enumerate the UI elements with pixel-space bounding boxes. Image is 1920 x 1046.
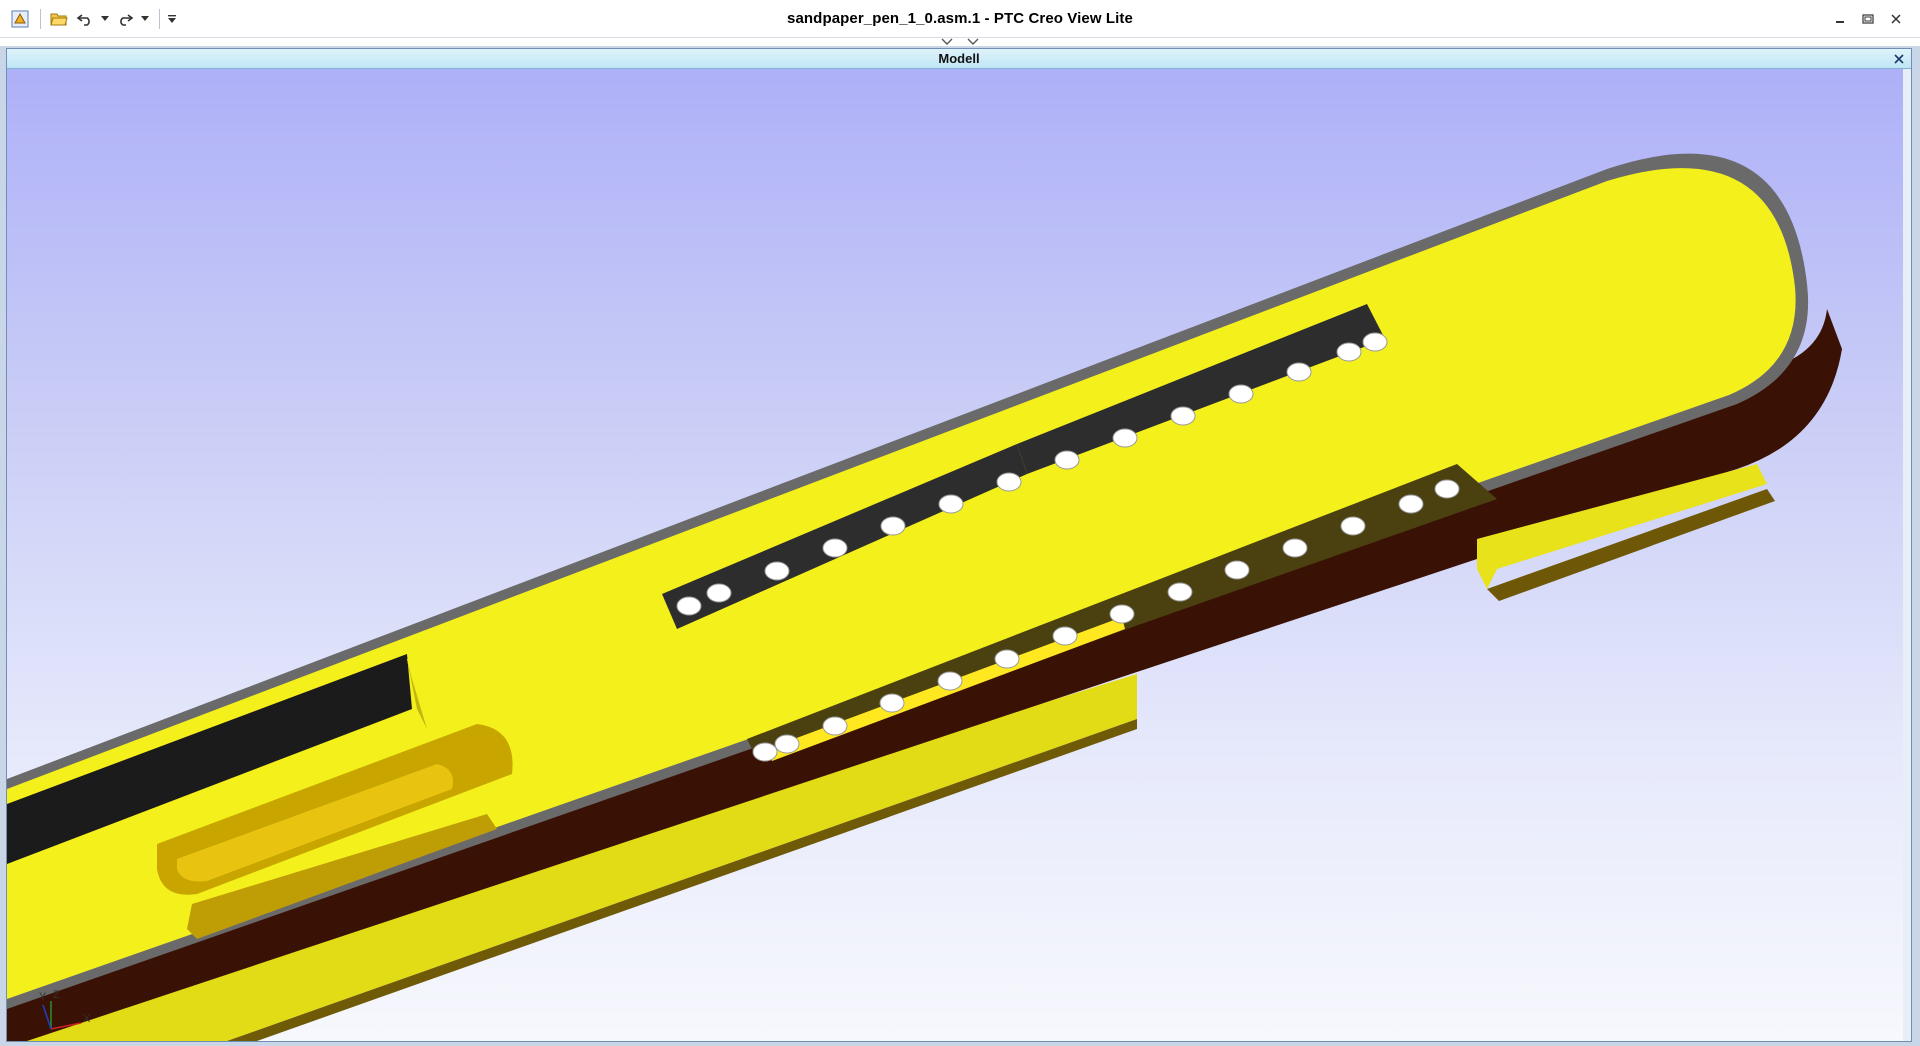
pin — [1224, 560, 1250, 580]
pin — [938, 494, 964, 514]
pin — [752, 742, 778, 762]
pin — [1052, 626, 1078, 646]
orientation-triad: Y Z X — [37, 989, 117, 1039]
3d-viewport[interactable]: Y Z X — [7, 69, 1911, 1041]
pin — [1434, 479, 1460, 499]
panel-title: Modell — [938, 51, 980, 66]
close-icon — [1894, 54, 1904, 64]
minimize-icon[interactable] — [1826, 8, 1854, 30]
model-render[interactable] — [7, 69, 1911, 1041]
pin — [1282, 538, 1308, 558]
pin — [822, 716, 848, 736]
pin — [1228, 384, 1254, 404]
triad-y-label: Y — [39, 991, 47, 1003]
viewport-edge — [1903, 69, 1911, 1041]
pin — [764, 561, 790, 581]
panel-close-button[interactable] — [1891, 51, 1907, 67]
close-icon[interactable] — [1882, 8, 1910, 30]
triad-x-label: X — [83, 1013, 91, 1025]
chevron-down-icon — [967, 38, 979, 45]
pin — [879, 693, 905, 713]
pin — [1112, 428, 1138, 448]
pin — [1109, 604, 1135, 624]
pin — [774, 734, 800, 754]
window-title: sandpaper_pen_1_0.asm.1 - PTC Creo View … — [787, 10, 1133, 27]
pin — [937, 671, 963, 691]
pin — [994, 649, 1020, 669]
chevron-down-icon — [941, 38, 953, 45]
axis-triad-icon — [42, 1001, 82, 1030]
pin — [822, 538, 848, 558]
pin — [880, 516, 906, 536]
pin — [1054, 450, 1080, 470]
pin — [1286, 362, 1312, 382]
maximize-icon[interactable] — [1854, 8, 1882, 30]
pin — [1167, 582, 1193, 602]
pin — [676, 596, 702, 616]
panel-header: Modell — [7, 49, 1911, 69]
pin — [1170, 406, 1196, 426]
pin — [1362, 332, 1388, 352]
title-bar: sandpaper_pen_1_0.asm.1 - PTC Creo View … — [0, 0, 1920, 38]
triad-z-label: Z — [53, 989, 60, 1001]
window-controls — [1826, 8, 1910, 30]
pin — [1398, 494, 1424, 514]
model-panel: Modell Y Z X — [6, 48, 1912, 1042]
pin — [1336, 342, 1362, 362]
ribbon-collapse-toggle[interactable] — [930, 38, 990, 46]
pin — [1340, 516, 1366, 536]
pin — [706, 583, 732, 603]
pin — [996, 472, 1022, 492]
